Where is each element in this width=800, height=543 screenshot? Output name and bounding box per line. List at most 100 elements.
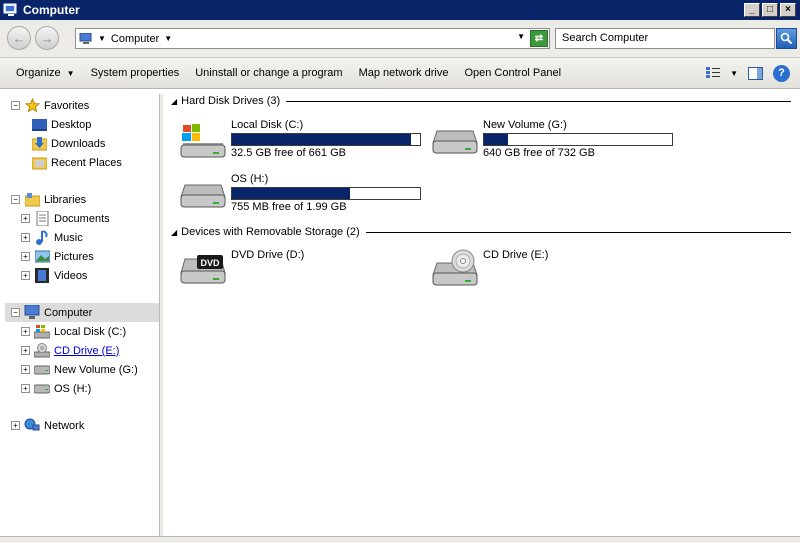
change-view-icon[interactable]	[706, 67, 721, 79]
refresh-icon: ⇄	[534, 33, 544, 44]
collapse-group-icon[interactable]: ◢	[171, 97, 177, 106]
nav-label: New Volume (G:)	[54, 363, 138, 376]
preview-pane-icon[interactable]	[748, 66, 763, 80]
drive-name: DVD Drive (D:)	[231, 249, 305, 261]
nav-item-pictures[interactable]: + Pictures	[21, 247, 159, 266]
system-drive-icon	[34, 324, 50, 340]
window-title: Computer	[23, 3, 80, 17]
nav-item-recent-places[interactable]: Recent Places	[31, 153, 159, 172]
expand-icon[interactable]: +	[21, 365, 30, 374]
capacity-bar	[483, 133, 673, 146]
downloads-folder-icon	[31, 136, 47, 152]
group-header-hard-disk-drives[interactable]: ◢ Hard Disk Drives (3)	[171, 95, 791, 107]
map-network-drive-button[interactable]: Map network drive	[351, 67, 457, 79]
desktop-icon	[31, 117, 47, 133]
nav-item-computer[interactable]: − Computer	[5, 303, 159, 322]
nav-item-local-disk-c[interactable]: + Local Disk (C:)	[21, 322, 159, 341]
expand-icon[interactable]: +	[21, 384, 30, 393]
drive-name: OS (H:)	[231, 173, 269, 185]
drive-cd-e[interactable]: CD Drive (E:)	[431, 249, 548, 289]
forward-button[interactable]: →	[35, 26, 59, 50]
forward-arrow-icon: →	[40, 30, 54, 46]
libraries-icon	[24, 192, 40, 208]
group-header-removable-storage[interactable]: ◢ Devices with Removable Storage (2)	[171, 226, 791, 238]
back-button[interactable]: ←	[7, 26, 31, 50]
search-input[interactable]: Search Computer	[555, 28, 775, 49]
expand-icon[interactable]: +	[21, 214, 30, 223]
nav-label: Desktop	[51, 118, 92, 131]
drive-new-volume-g[interactable]: New Volume (G:) 640 GB free of 732 GB	[431, 119, 673, 159]
expand-icon[interactable]: +	[21, 233, 30, 242]
uninstall-program-button[interactable]: Uninstall or change a program	[187, 67, 350, 79]
address-bar[interactable]: ▼ Computer ▼ ▼ ⇄	[75, 28, 550, 49]
collapse-group-icon[interactable]: ◢	[171, 228, 177, 237]
close-button[interactable]: ×	[780, 3, 796, 17]
drive-name: CD Drive (E:)	[483, 249, 549, 261]
nav-item-network[interactable]: + Network	[5, 416, 159, 435]
nav-item-os-h[interactable]: + OS (H:)	[21, 379, 159, 398]
capacity-fill	[232, 188, 351, 199]
navigation-pane: − Favorites Desktop Downloads Recent Pla…	[5, 94, 163, 536]
nav-label: OS (H:)	[54, 382, 92, 395]
dvd-drive-icon: DVD	[180, 255, 226, 284]
drive-dvd-d[interactable]: DVD DVD Drive (D:)	[179, 249, 304, 289]
pictures-icon	[34, 249, 50, 265]
nav-item-cd-drive-e[interactable]: + CD Drive (E:)	[21, 341, 159, 360]
drive-os-h[interactable]: OS (H:) 755 MB free of 1.99 GB	[179, 173, 421, 213]
drive-local-disk-c[interactable]: Local Disk (C:) 32.5 GB free of 661 GB	[179, 119, 421, 159]
collapse-icon[interactable]: −	[11, 308, 20, 317]
refresh-button[interactable]: ⇄	[530, 30, 548, 47]
status-bar	[0, 536, 800, 543]
nav-label: Documents	[54, 212, 110, 225]
nav-label: Favorites	[44, 99, 90, 112]
address-row: ← → ▼ Computer ▼ ▼ ⇄ Search Computer	[0, 20, 800, 57]
nav-label: Computer	[44, 306, 93, 319]
dvd-badge: DVD	[200, 258, 220, 268]
nav-item-downloads[interactable]: Downloads	[31, 134, 159, 153]
nav-label: Network	[44, 419, 85, 432]
search-button[interactable]	[776, 28, 797, 49]
expand-icon[interactable]: +	[21, 252, 30, 261]
documents-icon	[34, 211, 50, 227]
views-dropdown-icon[interactable]: ▼	[730, 69, 738, 78]
nav-label: Videos	[54, 269, 88, 282]
minimize-button[interactable]: _	[744, 3, 760, 17]
nav-item-desktop[interactable]: Desktop	[31, 115, 159, 134]
expand-icon[interactable]: +	[21, 271, 30, 280]
videos-icon	[34, 268, 50, 284]
hard-drive-icon	[432, 130, 478, 154]
breadcrumb-separator-icon[interactable]: ▼	[98, 34, 106, 43]
help-icon[interactable]: ?	[773, 64, 790, 82]
expand-icon[interactable]: +	[21, 327, 30, 336]
cd-drive-icon	[432, 249, 478, 286]
address-history-dropdown-icon[interactable]: ▼	[517, 32, 525, 41]
nav-item-libraries[interactable]: − Libraries	[5, 190, 159, 209]
expand-icon[interactable]: +	[11, 421, 20, 430]
collapse-icon[interactable]: −	[11, 101, 20, 110]
nav-item-favorites[interactable]: − Favorites	[5, 96, 159, 115]
nav-label: CD Drive (E:)	[54, 344, 120, 357]
collapse-icon[interactable]: −	[11, 195, 20, 204]
expand-icon[interactable]: +	[21, 346, 30, 355]
back-arrow-icon: ←	[12, 30, 26, 46]
nav-item-videos[interactable]: + Videos	[21, 266, 159, 285]
recent-places-icon	[31, 155, 47, 171]
network-icon	[24, 418, 40, 434]
command-bar: Organize ▼ System properties Uninstall or…	[0, 57, 800, 89]
content-pane: ◢ Hard Disk Drives (3) Local Disk (C:) 3…	[163, 89, 800, 536]
system-properties-button[interactable]: System properties	[83, 67, 188, 79]
drive-free-space: 640 GB free of 732 GB	[483, 147, 595, 159]
breadcrumb-computer[interactable]: Computer	[111, 33, 159, 45]
nav-label: Local Disk (C:)	[54, 325, 127, 338]
nav-label: Libraries	[44, 193, 87, 206]
organize-menu[interactable]: Organize ▼	[8, 67, 83, 79]
maximize-button[interactable]: □	[762, 3, 778, 17]
nav-item-documents[interactable]: + Documents	[21, 209, 159, 228]
group-label: Devices with Removable Storage (2)	[181, 226, 360, 238]
drive-name: New Volume (G:)	[483, 119, 567, 131]
nav-item-new-volume-g[interactable]: + New Volume (G:)	[21, 360, 159, 379]
computer-icon	[79, 32, 92, 44]
open-control-panel-button[interactable]: Open Control Panel	[456, 67, 569, 79]
nav-item-music[interactable]: + Music	[21, 228, 159, 247]
breadcrumb-dropdown-icon[interactable]: ▼	[164, 34, 172, 43]
